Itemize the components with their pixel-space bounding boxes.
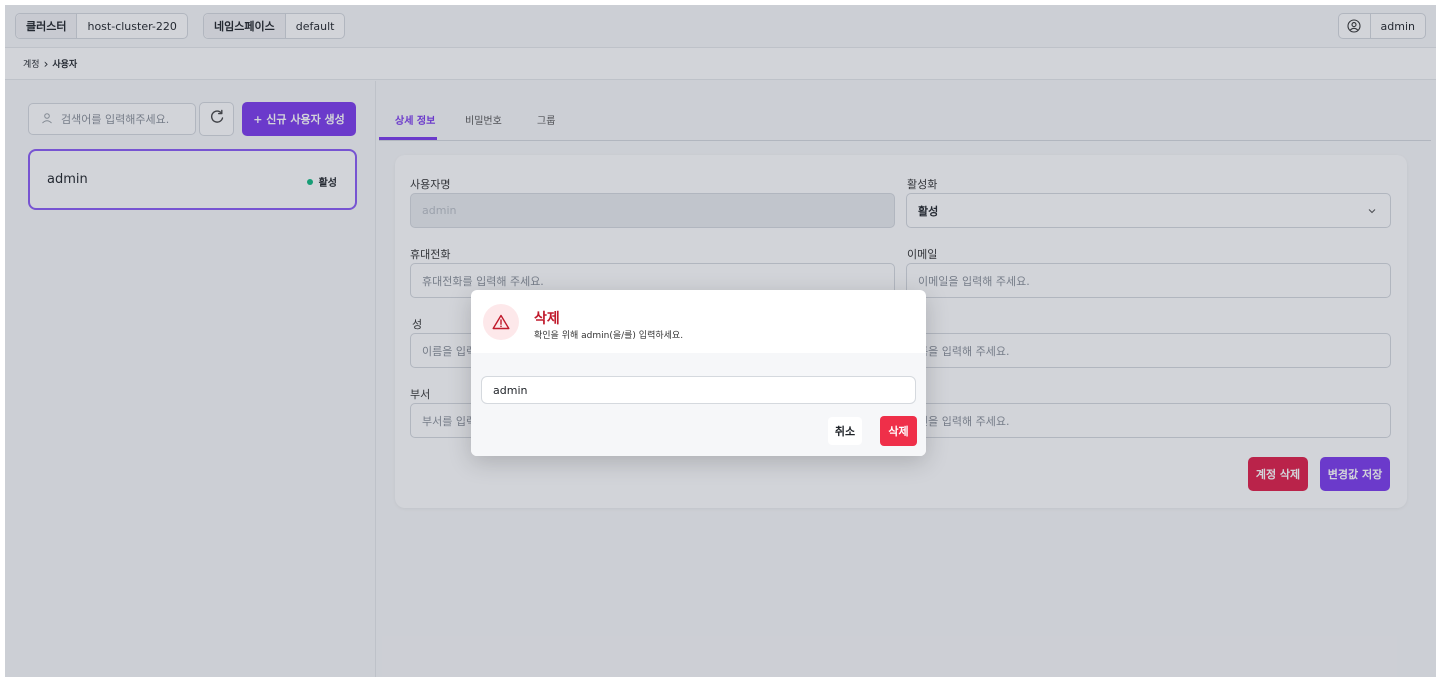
confirm-delete-button[interactable]: 삭제 — [880, 416, 917, 446]
dialog-subtitle: 확인을 위해 admin(을/를) 입력하세요. — [534, 331, 684, 341]
cancel-button[interactable]: 취소 — [828, 417, 862, 445]
dialog-header: 삭제 확인을 위해 admin(을/를) 입력하세요. — [471, 290, 926, 353]
warning-triangle-icon — [483, 304, 519, 340]
delete-confirm-dialog: 삭제 확인을 위해 admin(을/를) 입력하세요. admin 취소 삭제 — [471, 290, 926, 456]
confirm-input[interactable]: admin — [481, 376, 916, 404]
dialog-title: 삭제 — [534, 311, 560, 327]
dialog-body: admin 취소 삭제 — [471, 353, 926, 456]
